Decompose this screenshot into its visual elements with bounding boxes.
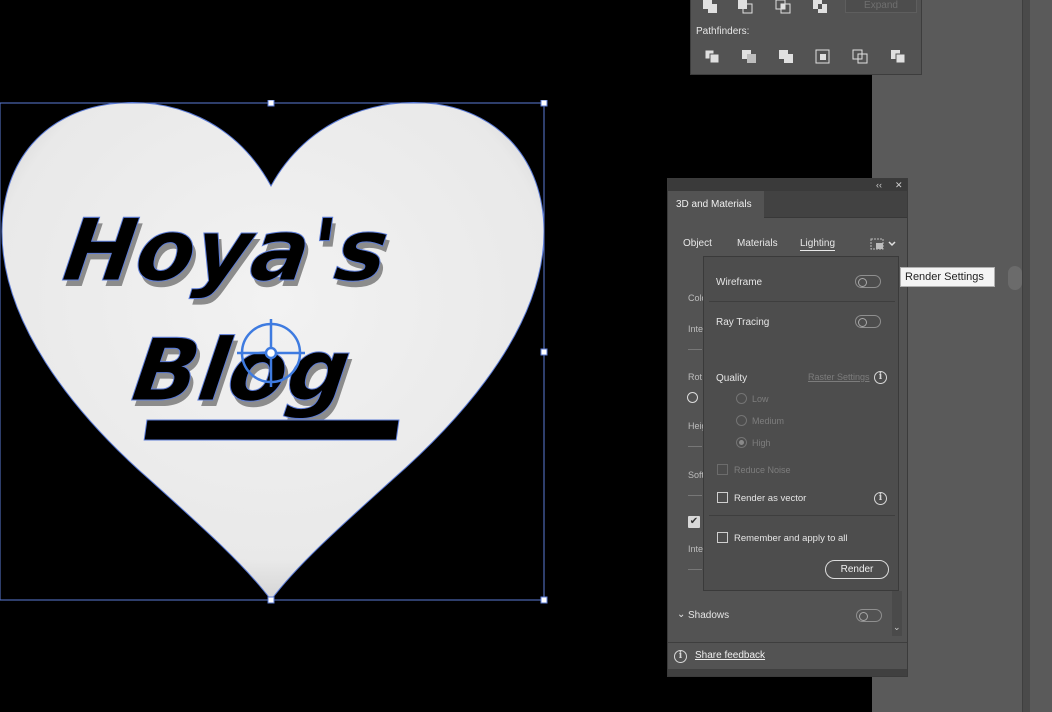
height-slider[interactable] xyxy=(688,446,702,447)
crop-icon[interactable] xyxy=(815,49,831,65)
softness-label: Soft xyxy=(688,470,705,480)
quality-low-label: Low xyxy=(752,394,769,404)
reduce-noise-checkbox[interactable] xyxy=(717,464,728,475)
wireframe-toggle[interactable] xyxy=(855,275,881,288)
ambient-checkbox[interactable]: ✔ xyxy=(688,516,700,528)
quality-label: Quality xyxy=(716,373,748,384)
trim-icon[interactable] xyxy=(741,49,757,65)
scrollbar-thumb[interactable] xyxy=(1008,266,1022,290)
quality-medium-label: Medium xyxy=(752,416,785,426)
divider xyxy=(709,515,895,516)
reduce-noise-label: Reduce Noise xyxy=(734,465,791,475)
expand-button[interactable]: Expand xyxy=(845,0,917,13)
intensity-slider[interactable] xyxy=(688,349,702,350)
merge-icon[interactable] xyxy=(778,49,794,65)
render-settings-popup: Wireframe Ray Tracing Quality Raster Set… xyxy=(703,256,899,591)
render-settings-button[interactable] xyxy=(869,236,897,252)
remember-checkbox[interactable] xyxy=(717,532,728,543)
share-feedback-link[interactable]: Share feedback xyxy=(695,650,765,661)
underline-bar xyxy=(143,419,400,441)
unite-icon[interactable] xyxy=(702,0,718,16)
render-as-vector-label: Render as vector xyxy=(734,493,807,504)
panel-footer xyxy=(668,669,907,676)
scrollbar-track[interactable] xyxy=(1022,0,1030,712)
render-as-vector-checkbox[interactable] xyxy=(717,492,728,503)
selection-handle xyxy=(540,348,548,356)
quality-info-icon[interactable]: i xyxy=(874,371,887,384)
shadows-toggle[interactable] xyxy=(856,609,882,622)
softness-slider[interactable] xyxy=(688,495,702,496)
ray-tracing-toggle[interactable] xyxy=(855,315,881,328)
shadows-label[interactable]: Shadows xyxy=(688,610,729,621)
chevron-down-icon[interactable]: ⌄ xyxy=(677,609,685,620)
raster-settings-link[interactable]: Raster Settings xyxy=(808,372,870,382)
artwork-canvas[interactable]: Hoya's Blog Hoya's Blog xyxy=(0,100,548,605)
text-line1: Hoya's xyxy=(58,201,395,301)
selection-handle xyxy=(540,100,548,107)
minus-front-icon[interactable] xyxy=(737,0,753,16)
quality-medium-radio[interactable] xyxy=(736,415,747,426)
divider xyxy=(709,301,895,302)
outline-icon[interactable] xyxy=(852,49,868,65)
tab-materials[interactable]: Materials xyxy=(737,238,778,249)
pathfinders-label: Pathfinders: xyxy=(696,26,750,37)
intensity-label: Inte xyxy=(688,324,704,334)
quality-high-label: High xyxy=(752,438,771,448)
divider xyxy=(668,642,907,643)
render-settings-icon xyxy=(870,238,896,250)
ray-tracing-label: Ray Tracing xyxy=(716,317,770,328)
panel-tabstrip: 3D and Materials xyxy=(668,191,907,218)
ambient-intensity-label: Inte xyxy=(688,544,704,554)
render-button[interactable]: Render xyxy=(825,560,889,579)
collapse-icon[interactable]: ‹‹ xyxy=(876,180,882,190)
render-settings-tooltip: Render Settings xyxy=(900,267,995,287)
rotation-knob[interactable] xyxy=(687,392,698,403)
tab-object[interactable]: Object xyxy=(683,238,712,249)
wireframe-label: Wireframe xyxy=(716,277,763,288)
ambient-slider[interactable] xyxy=(688,569,702,570)
quality-low-radio[interactable] xyxy=(736,393,747,404)
render-vector-info-icon[interactable]: i xyxy=(874,492,887,505)
info-icon: i xyxy=(674,650,687,663)
scroll-down-icon[interactable]: ⌄ xyxy=(893,622,901,632)
minus-back-icon[interactable] xyxy=(890,49,906,65)
tab-3d-materials[interactable]: 3D and Materials xyxy=(668,191,764,218)
selection-handle xyxy=(540,596,548,604)
remember-label: Remember and apply to all xyxy=(734,533,848,544)
exclude-icon[interactable] xyxy=(812,0,828,16)
intersect-icon[interactable] xyxy=(775,0,791,16)
panel-titlebar[interactable]: ‹‹ ✕ xyxy=(668,179,907,191)
text-line2: Blog xyxy=(127,321,357,421)
quality-high-radio[interactable] xyxy=(736,437,747,448)
close-icon[interactable]: ✕ xyxy=(895,180,903,190)
selection-handle xyxy=(267,596,275,604)
rotation-label: Rot xyxy=(688,372,703,382)
tab-lighting[interactable]: Lighting xyxy=(800,238,836,251)
divide-icon[interactable] xyxy=(704,49,720,65)
selection-handle xyxy=(267,100,275,107)
